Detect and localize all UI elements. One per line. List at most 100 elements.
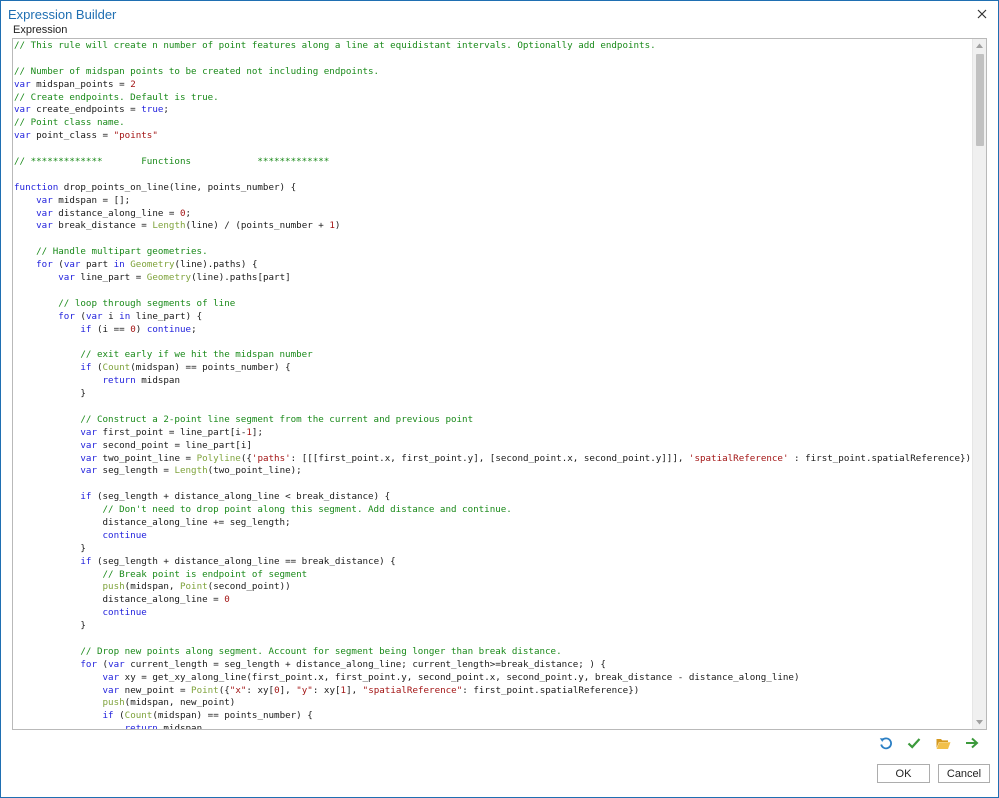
code-line[interactable]: function drop_points_on_line(line, point… <box>13 182 972 195</box>
close-button[interactable] <box>972 4 992 24</box>
code-keyword: var <box>80 452 97 464</box>
window-title: Expression Builder <box>8 7 117 22</box>
code-text: (second_point)) <box>207 581 291 593</box>
code-keyword: continue <box>146 323 192 335</box>
code-line[interactable]: } <box>13 388 972 401</box>
code-line[interactable]: for (var part in Geometry(line).paths) { <box>13 259 972 272</box>
code-line[interactable]: if (i == 0) continue; <box>13 324 972 337</box>
close-icon <box>977 9 987 19</box>
code-lines[interactable]: // This rule will create n number of poi… <box>13 40 972 729</box>
code-line[interactable]: push(midspan, new_point) <box>13 697 972 710</box>
code-line[interactable] <box>13 233 972 246</box>
code-text: new_point = <box>119 684 192 696</box>
code-line[interactable]: var line_part = Geometry(line).paths[par… <box>13 272 972 285</box>
code-line[interactable]: var xy = get_xy_along_line(first_point.x… <box>13 672 972 685</box>
code-text: midspan <box>135 375 180 387</box>
code-line[interactable]: if (Count(midspan) == points_number) { <box>13 710 972 723</box>
code-comment: // Drop new points along segment. Accoun… <box>80 645 562 657</box>
code-keyword: in <box>113 259 125 271</box>
code-keyword: var <box>102 684 120 696</box>
code-keyword: if <box>102 710 114 722</box>
code-line[interactable]: if (Count(midspan) == points_number) { <box>13 362 972 375</box>
code-line[interactable]: // This rule will create n number of poi… <box>13 40 972 53</box>
code-line[interactable] <box>13 285 972 298</box>
code-text: ) <box>135 323 147 335</box>
code-line[interactable]: distance_along_line += seg_length; <box>13 517 972 530</box>
code-line[interactable]: var point_class = "points" <box>13 130 972 143</box>
code-line[interactable]: var second_point = line_part[i] <box>13 440 972 453</box>
code-line[interactable]: // Handle multipart geometries. <box>13 246 972 259</box>
code-keyword: for <box>36 259 53 271</box>
code-line[interactable]: // Point class name. <box>13 117 972 130</box>
code-text: part <box>80 259 114 271</box>
code-line[interactable] <box>13 143 972 156</box>
code-line[interactable]: distance_along_line = 0 <box>13 594 972 607</box>
code-line[interactable] <box>13 401 972 414</box>
code-line[interactable]: var break_distance = Length(line) / (poi… <box>13 220 972 233</box>
scroll-down-arrow[interactable] <box>973 716 986 729</box>
cancel-button[interactable]: Cancel <box>938 764 990 783</box>
code-line[interactable]: var seg_length = Length(two_point_line); <box>13 465 972 478</box>
scrollbar-thumb[interactable] <box>976 54 984 146</box>
verify-button[interactable] <box>905 734 923 752</box>
code-line[interactable]: var distance_along_line = 0; <box>13 208 972 221</box>
code-line[interactable]: // exit early if we hit the midspan numb… <box>13 349 972 362</box>
code-line[interactable]: } <box>13 620 972 633</box>
code-line[interactable]: // Drop new points along segment. Accoun… <box>13 646 972 659</box>
vertical-scrollbar[interactable] <box>972 39 986 729</box>
code-line[interactable]: if (seg_length + distance_along_line < b… <box>13 491 972 504</box>
code-line[interactable]: return midspan <box>13 723 972 729</box>
code-keyword: var <box>14 130 31 142</box>
undo-button[interactable] <box>877 734 895 752</box>
code-line[interactable]: // Don't need to drop point along this s… <box>13 504 972 517</box>
code-line[interactable]: var first_point = line_part[i-1]; <box>13 427 972 440</box>
code-text: : first_point.spatialReference}) <box>462 684 640 696</box>
ok-button[interactable]: OK <box>877 764 930 783</box>
code-text: (line) / (points_number + <box>185 220 330 232</box>
code-line[interactable]: // Create endpoints. Default is true. <box>13 92 972 105</box>
code-line[interactable]: for (var current_length = seg_length + d… <box>13 659 972 672</box>
code-line[interactable]: for (var i in line_part) { <box>13 311 972 324</box>
export-button[interactable] <box>963 734 981 752</box>
code-line[interactable]: // ************* Functions ************* <box>13 156 972 169</box>
code-line[interactable]: continue <box>13 530 972 543</box>
scroll-up-arrow[interactable] <box>973 39 986 52</box>
code-editor[interactable]: // This rule will create n number of poi… <box>12 38 987 730</box>
code-line[interactable] <box>13 633 972 646</box>
code-line[interactable]: var two_point_line = Polyline({'paths': … <box>13 453 972 466</box>
code-comment: // Break point is endpoint of segment <box>102 568 308 580</box>
code-line[interactable]: if (seg_length + distance_along_line == … <box>13 556 972 569</box>
code-line[interactable]: push(midspan, Point(second_point)) <box>13 581 972 594</box>
code-line[interactable]: // Number of midspan points to be create… <box>13 66 972 79</box>
code-line[interactable]: var create_endpoints = true; <box>13 104 972 117</box>
code-line[interactable]: continue <box>13 607 972 620</box>
code-line[interactable] <box>13 53 972 66</box>
code-line[interactable]: var new_point = Point({"x": xy[0], "y": … <box>13 685 972 698</box>
code-line[interactable]: // Construct a 2-point line segment from… <box>13 414 972 427</box>
code-line[interactable]: } <box>13 543 972 556</box>
open-button[interactable] <box>934 734 952 752</box>
code-comment: // Don't need to drop point along this s… <box>102 504 512 516</box>
code-line[interactable]: var midspan_points = 2 <box>13 79 972 92</box>
code-line[interactable]: return midspan <box>13 375 972 388</box>
code-number: 2 <box>130 78 136 90</box>
code-line[interactable] <box>13 336 972 349</box>
code-line[interactable]: var midspan = []; <box>13 195 972 208</box>
code-text: midspan = []; <box>52 194 131 206</box>
code-line[interactable] <box>13 169 972 182</box>
code-line[interactable]: // Break point is endpoint of segment <box>13 569 972 582</box>
code-line[interactable]: // loop through segments of line <box>13 298 972 311</box>
code-string: 'paths' <box>251 452 291 464</box>
code-comment: // exit early if we hit the midspan numb… <box>80 349 313 361</box>
code-text: } <box>14 620 86 632</box>
code-line[interactable] <box>13 478 972 491</box>
